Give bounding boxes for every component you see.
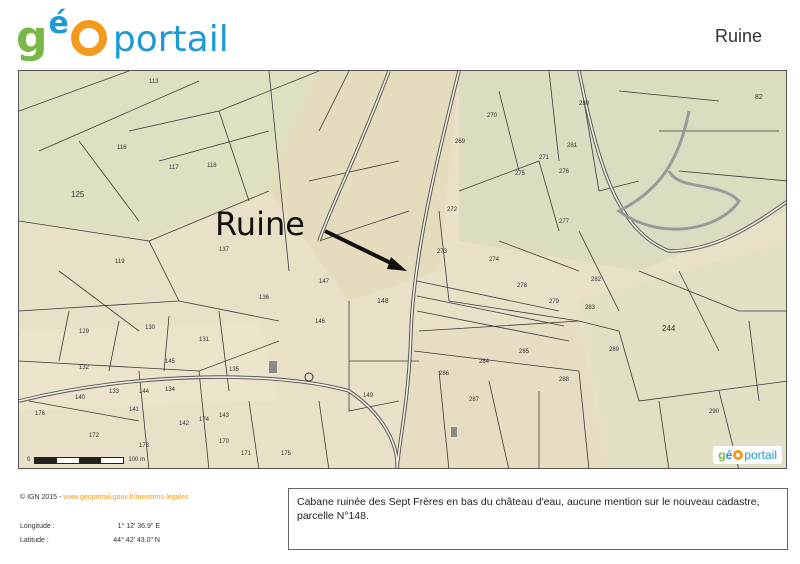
legal-mentions-link[interactable]: www.geoportail.gouv.fr/mentions-legales <box>63 494 188 501</box>
longitude-row: Longitude : 1° 12' 36.9" E <box>20 523 188 530</box>
logo-ring-icon <box>733 450 744 460</box>
svg-text:144: 144 <box>139 389 150 395</box>
svg-text:147: 147 <box>319 279 330 285</box>
map-view[interactable]: 125 148 244 82 113 116 117 118 119 129 130 13… <box>18 70 787 469</box>
scale-bar-graphic <box>34 456 125 464</box>
scale-end-label: 100 m <box>128 457 146 463</box>
latitude-label: Latitude : <box>20 537 49 544</box>
footer-info: © IGN 2015 - www.geoportail.gouv.fr/ment… <box>20 494 188 551</box>
svg-text:276: 276 <box>559 169 570 175</box>
logo-letter-g: g <box>16 12 48 63</box>
svg-text:244: 244 <box>662 324 676 333</box>
geoportail-logo[interactable]: g é portail <box>16 6 229 60</box>
svg-text:118: 118 <box>207 163 217 169</box>
svg-text:170: 170 <box>219 439 230 445</box>
ruine-annotation-label: Ruine <box>215 205 305 243</box>
cadastral-map: 125 148 244 82 113 116 117 118 119 129 130 13… <box>19 71 786 468</box>
svg-text:176: 176 <box>35 411 46 417</box>
svg-text:282: 282 <box>591 277 602 283</box>
svg-text:272: 272 <box>447 207 458 213</box>
svg-text:141: 141 <box>129 407 140 413</box>
svg-text:82: 82 <box>755 94 763 101</box>
svg-text:148: 148 <box>377 298 389 305</box>
svg-text:116: 116 <box>117 145 127 151</box>
svg-text:132: 132 <box>79 365 90 371</box>
svg-text:130: 130 <box>145 325 156 331</box>
svg-text:271: 271 <box>539 155 550 161</box>
longitude-label: Longitude : <box>20 523 55 530</box>
svg-text:133: 133 <box>109 389 120 395</box>
coordinates: Longitude : 1° 12' 36.9" E Latitude : 44… <box>20 523 188 544</box>
svg-text:287: 287 <box>469 397 480 403</box>
svg-text:286: 286 <box>439 371 450 377</box>
svg-text:137: 137 <box>219 247 230 253</box>
svg-text:273: 273 <box>437 249 448 255</box>
map-scale-bar: 0 100 m <box>27 455 145 465</box>
svg-text:270: 270 <box>487 113 498 119</box>
svg-text:277: 277 <box>559 219 570 225</box>
svg-text:173: 173 <box>139 443 150 449</box>
svg-text:284: 284 <box>479 359 490 365</box>
page-header: g é portail Ruine <box>0 0 800 68</box>
svg-text:143: 143 <box>219 413 230 419</box>
svg-text:274: 274 <box>489 257 500 263</box>
latitude-value: 44° 42' 43.0" N <box>113 537 160 544</box>
svg-text:142: 142 <box>179 421 190 427</box>
svg-text:289: 289 <box>609 347 620 353</box>
logo-letter-e: é <box>48 6 69 41</box>
svg-text:278: 278 <box>517 283 528 289</box>
longitude-value: 1° 12' 36.9" E <box>117 523 160 530</box>
page-title: Ruine <box>714 26 762 46</box>
svg-text:146: 146 <box>315 319 326 325</box>
svg-text:171: 171 <box>241 451 252 457</box>
latitude-row: Latitude : 44° 42' 43.0" N <box>20 537 188 544</box>
svg-text:125: 125 <box>71 190 85 199</box>
svg-text:134: 134 <box>165 387 176 393</box>
svg-text:172: 172 <box>89 433 100 439</box>
svg-text:174: 174 <box>199 417 210 423</box>
svg-text:117: 117 <box>169 165 179 171</box>
svg-text:279: 279 <box>549 299 560 305</box>
svg-text:281: 281 <box>567 143 578 149</box>
svg-text:275: 275 <box>515 171 526 177</box>
logo-word-portail: portail <box>112 19 229 60</box>
svg-text:119: 119 <box>115 259 125 265</box>
svg-text:129: 129 <box>79 329 90 335</box>
svg-text:269: 269 <box>455 139 466 145</box>
svg-text:140: 140 <box>75 395 86 401</box>
svg-text:290: 290 <box>709 409 720 415</box>
copyright-text: © IGN 2015 - <box>20 494 62 501</box>
svg-text:285: 285 <box>519 349 530 355</box>
svg-text:283: 283 <box>585 305 596 311</box>
svg-text:280: 280 <box>579 101 590 107</box>
scale-start-label: 0 <box>27 457 31 463</box>
logo-ring-icon <box>70 20 107 56</box>
copyright: © IGN 2015 - www.geoportail.gouv.fr/ment… <box>20 494 188 501</box>
svg-text:113: 113 <box>149 79 159 85</box>
description-box: Cabane ruinée des Sept Frères en bas du … <box>288 488 788 550</box>
svg-text:131: 131 <box>199 337 210 343</box>
svg-text:135: 135 <box>229 367 240 373</box>
svg-text:136: 136 <box>259 295 270 301</box>
svg-text:175: 175 <box>281 451 292 457</box>
svg-text:288: 288 <box>559 377 570 383</box>
svg-text:149: 149 <box>363 393 374 399</box>
svg-text:145: 145 <box>165 359 176 365</box>
map-overlay-logo[interactable]: g é portail <box>713 446 782 464</box>
